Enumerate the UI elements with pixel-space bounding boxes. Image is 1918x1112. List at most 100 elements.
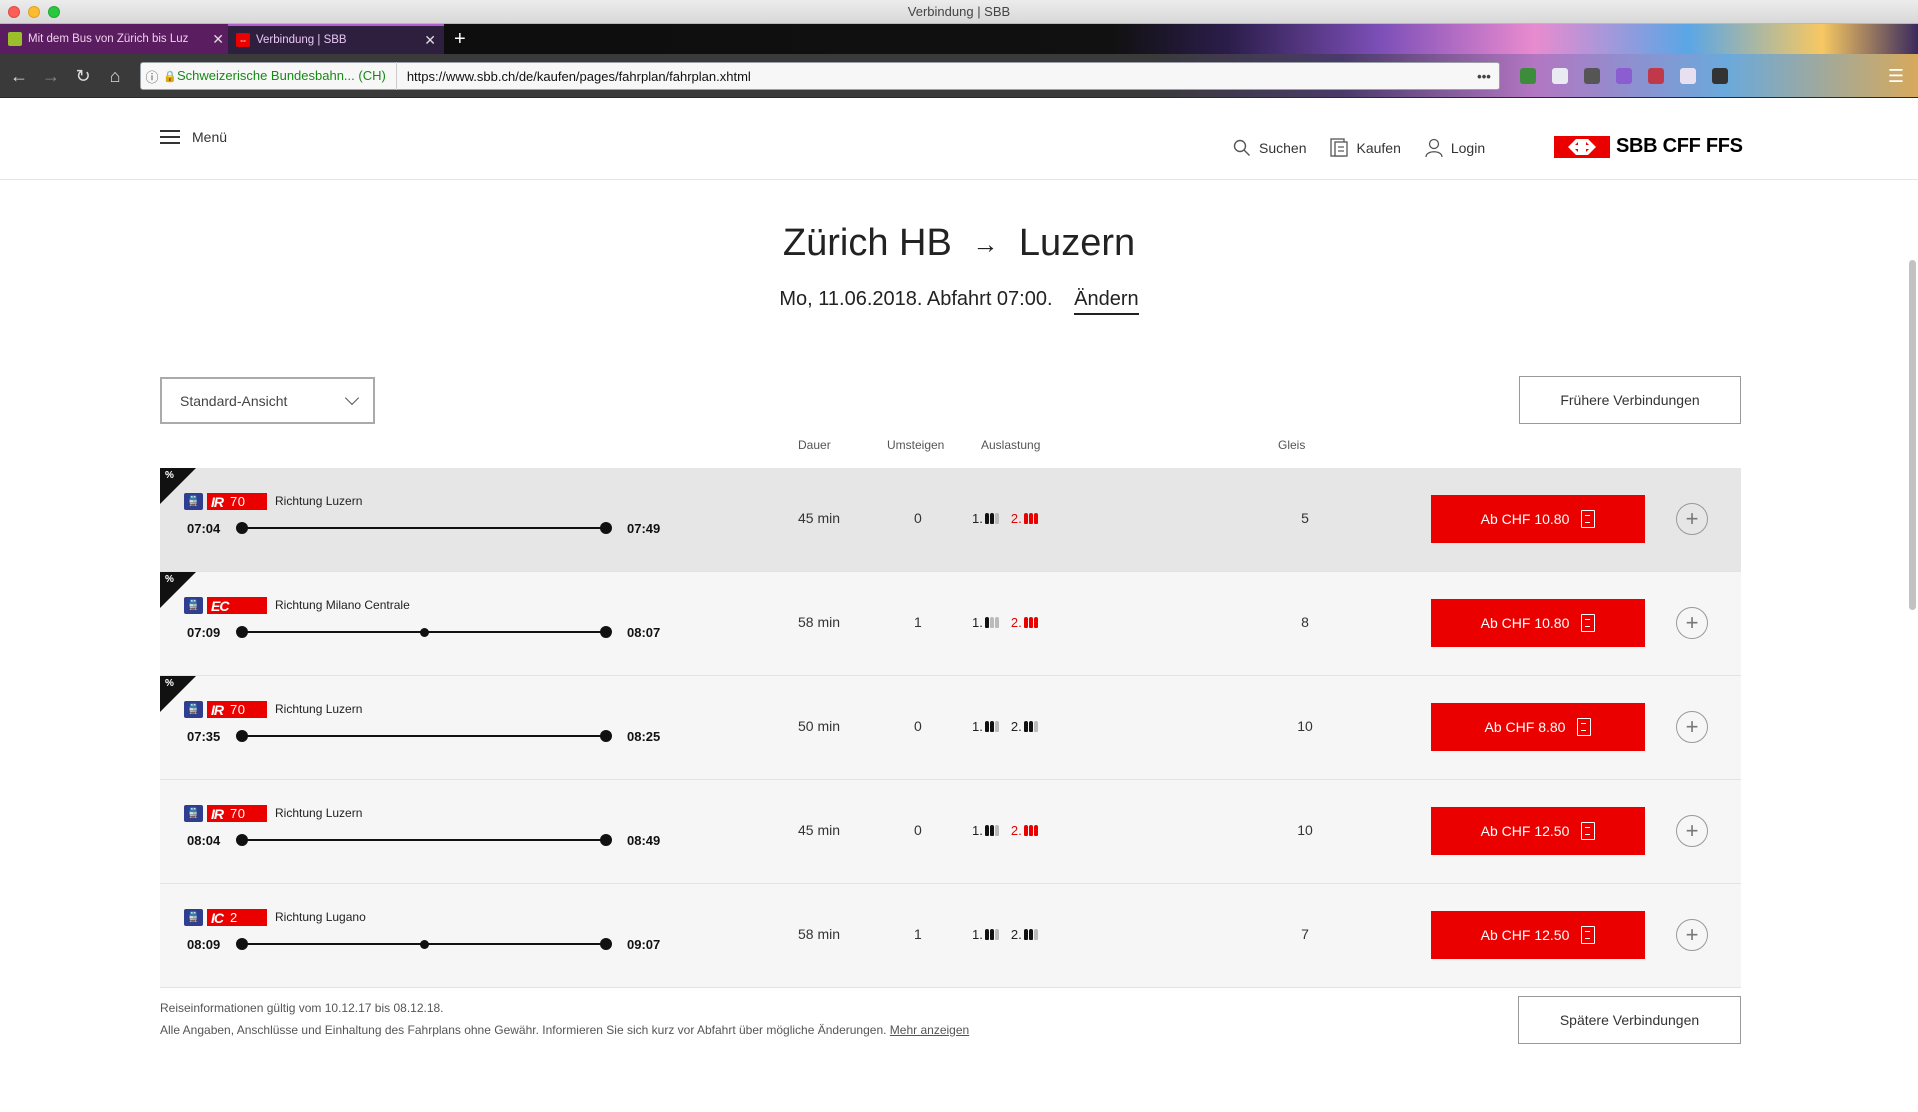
buy-ticket-button[interactable]: Ab CHF 12.50 (1431, 807, 1645, 855)
connection-row[interactable]: 🚆 IR 70 Richtung Luzern 08:04 08:49 45 min 0 1. 2… (160, 780, 1741, 884)
home-icon[interactable]: ⌂ (102, 63, 128, 89)
earlier-connections-button[interactable]: Frühere Verbindungen (1519, 376, 1741, 424)
site-header: Menü Suchen Kaufen Login SBB CFF FFS (0, 98, 1918, 180)
ticket-icon (1581, 614, 1596, 632)
line-number: 70 (230, 494, 246, 509)
lock-icon: 🔒 (163, 70, 177, 83)
expand-connection-button[interactable]: + (1676, 503, 1708, 535)
occupancy-second-class: 2. (1011, 511, 1038, 526)
buy-button[interactable]: Kaufen (1330, 138, 1401, 158)
transfers-value: 0 (914, 510, 922, 526)
timeline-start-dot (236, 522, 248, 534)
buy-ticket-button[interactable]: Ab CHF 8.80 (1431, 703, 1645, 751)
extension-icon[interactable] (1616, 68, 1632, 84)
line-category: IR (211, 701, 224, 718)
tab-verbindung-sbb[interactable]: ⇔ Verbindung | SBB ✕ (228, 24, 444, 54)
forward-arrow-icon[interactable]: → (38, 63, 64, 89)
route-to: Luzern (1018, 222, 1136, 264)
line-number: 70 (230, 806, 246, 821)
login-button[interactable]: Login (1425, 138, 1485, 158)
change-search-link[interactable]: Ändern (1074, 288, 1139, 315)
url-text[interactable]: https://www.sbb.ch/de/kaufen/pages/fahrp… (397, 69, 1469, 84)
search-button[interactable]: Suchen (1233, 138, 1306, 158)
back-arrow-icon[interactable]: ← (6, 63, 32, 89)
column-occupancy: Auslastung (981, 438, 1041, 452)
more-info-link[interactable]: Mehr anzeigen (890, 1023, 969, 1037)
timeline-end-dot (600, 730, 612, 742)
occupancy-people-icon (984, 513, 999, 524)
route-subtitle: Mo, 11.06.2018. Abfahrt 07:00. Ändern (0, 288, 1918, 315)
supersaver-percent-icon: % (165, 470, 174, 481)
train-icon: 🚆 (184, 701, 203, 718)
connection-row[interactable]: % 🚆 IR 70 Richtung Luzern 07:04 07:49 45 min 0 1.… (160, 468, 1741, 572)
menu-button[interactable]: Menü (160, 129, 227, 145)
timeline-start-dot (236, 938, 248, 950)
tab-close-icon[interactable]: ✕ (424, 32, 436, 49)
connection-row[interactable]: 🚆 IC 2 Richtung Lugano 08:09 09:07 58 min 1 1. 2.… (160, 884, 1741, 988)
train-icon: 🚆 (184, 493, 203, 510)
minimize-window-button[interactable] (28, 6, 40, 18)
menu-label: Menü (192, 129, 228, 145)
line-badge: IC 2 (207, 909, 267, 926)
view-select[interactable]: Standard-Ansicht (160, 377, 375, 424)
info-icon[interactable]: ⓘ (141, 67, 163, 86)
occupancy-indicator: 1. 2. (972, 615, 1046, 630)
extension-icon[interactable] (1648, 68, 1664, 84)
buy-ticket-button[interactable]: Ab CHF 10.80 (1431, 495, 1645, 543)
site-identity[interactable]: Schweizerische Bundesbahn... (CH) (177, 62, 397, 90)
disclaimer-note: Alle Angaben, Anschlüsse und Einhaltung … (160, 1023, 969, 1037)
buy-ticket-button[interactable]: Ab CHF 12.50 (1431, 911, 1645, 959)
extension-icon[interactable] (1584, 68, 1600, 84)
tab-bus-zurich[interactable]: Mit dem Bus von Zürich bis Luz ✕ (0, 24, 232, 54)
route-from: Zürich HB (782, 222, 952, 264)
occupancy-first-class: 1. (972, 615, 999, 630)
sbb-logo[interactable]: SBB CFF FFS (1554, 135, 1743, 158)
direction-label: Richtung Luzern (275, 702, 363, 716)
connection-row[interactable]: % 🚆 IR 70 Richtung Luzern 07:35 08:25 50 min 0 1.… (160, 676, 1741, 780)
page-actions-icon[interactable]: ••• (1469, 69, 1499, 84)
close-window-button[interactable] (8, 6, 20, 18)
page-scrollbar[interactable] (1909, 260, 1916, 610)
zoom-window-button[interactable] (48, 6, 60, 18)
connection-row[interactable]: % 🚆 EC Richtung Milano Centrale 07:09 08:07 58… (160, 572, 1741, 676)
expand-connection-button[interactable]: + (1676, 815, 1708, 847)
timeline-transfer-dot (419, 939, 429, 949)
occupancy-people-icon (1023, 721, 1038, 732)
timeline-start-dot (236, 626, 248, 638)
journey-timeline (236, 730, 612, 742)
buy-ticket-button[interactable]: Ab CHF 10.80 (1431, 599, 1645, 647)
route-arrow-icon: → (972, 229, 999, 260)
extension-icon[interactable] (1520, 68, 1536, 84)
duration-value: 45 min (798, 822, 841, 838)
route-date: Mo, 11.06.2018. Abfahrt 07:00. (779, 288, 1053, 310)
tab-strip: Mit dem Bus von Zürich bis Luz ✕ ⇔ Verbi… (0, 24, 1918, 54)
occupancy-first-label: 1. (972, 615, 983, 630)
timeline-end-dot (600, 834, 612, 846)
expand-connection-button[interactable]: + (1676, 711, 1708, 743)
occupancy-second-class: 2. (1011, 823, 1038, 838)
journey-timeline (236, 834, 612, 846)
extension-icon[interactable] (1552, 68, 1568, 84)
search-icon (1233, 139, 1250, 156)
extension-icon[interactable] (1712, 68, 1728, 84)
reload-icon[interactable]: ↻ (70, 63, 96, 89)
address-bar[interactable]: ⓘ 🔒 Schweizerische Bundesbahn... (CH) ht… (140, 62, 1500, 90)
browser-navbar: ← → ↻ ⌂ ⓘ 🔒 Schweizerische Bundesbahn...… (0, 54, 1918, 98)
plus-icon: + (1685, 818, 1699, 843)
departure-time: 08:09 (187, 937, 221, 952)
column-transfers: Umsteigen (887, 438, 945, 452)
new-tab-button[interactable]: + (454, 24, 466, 54)
occupancy-first-label: 1. (972, 823, 983, 838)
later-connections-button[interactable]: Spätere Verbindungen (1518, 996, 1741, 1044)
expand-connection-button[interactable]: + (1676, 607, 1708, 639)
direction-label: Richtung Milano Centrale (275, 598, 410, 612)
extension-icon[interactable] (1680, 68, 1696, 84)
tab-close-icon[interactable]: ✕ (212, 31, 224, 48)
ticket-icon (1577, 718, 1592, 736)
browser-menu-icon[interactable]: ☰ (1888, 66, 1904, 87)
duration-value: 58 min (798, 926, 841, 942)
occupancy-second-class: 2. (1011, 927, 1038, 942)
price-label: Ab CHF 10.80 (1480, 511, 1570, 527)
expand-connection-button[interactable]: + (1676, 919, 1708, 951)
sbb-favicon-icon: ⇔ (236, 33, 250, 47)
